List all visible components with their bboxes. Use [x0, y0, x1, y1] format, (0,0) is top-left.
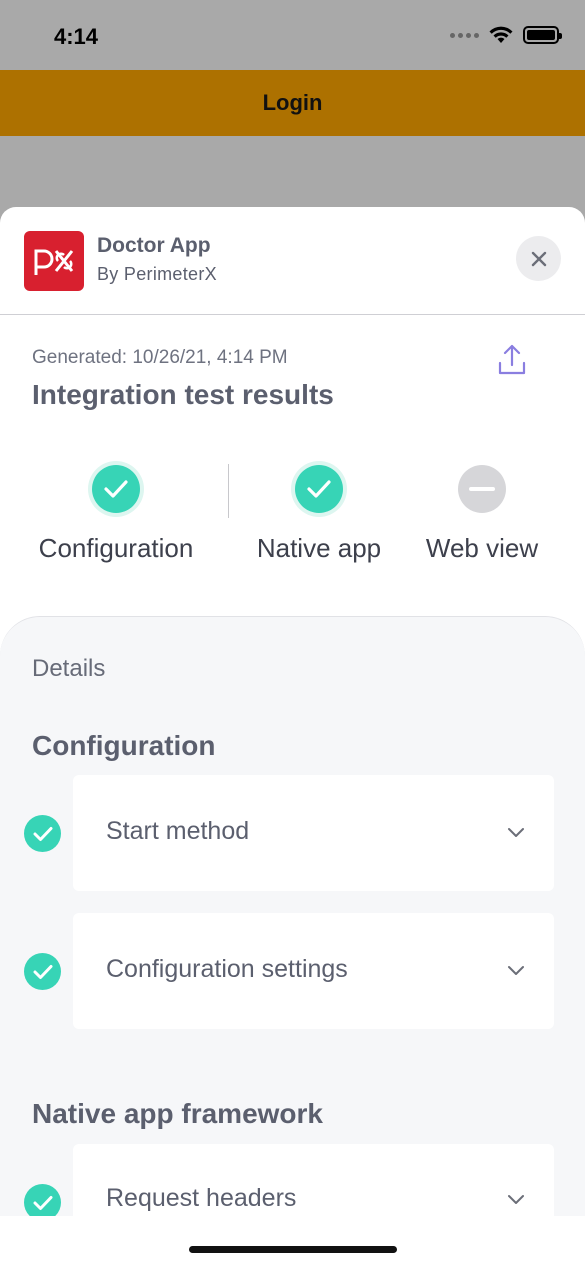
- close-button[interactable]: [516, 236, 561, 281]
- accordion-configuration-settings[interactable]: Configuration settings: [73, 913, 554, 1029]
- app-name: Doctor App: [97, 234, 211, 257]
- check-circle-icon: [24, 815, 61, 852]
- summary-row: Configuration Native app Web view: [0, 462, 585, 572]
- app-publisher: By PerimeterX: [97, 264, 217, 284]
- summary-native-app[interactable]: Native app: [238, 462, 400, 572]
- close-icon: [531, 251, 546, 266]
- minus-circle-icon: [458, 465, 506, 513]
- status-bar: 4:14: [0, 0, 585, 70]
- summary-configuration[interactable]: Configuration: [16, 462, 216, 572]
- section-title-configuration: Configuration: [32, 730, 216, 761]
- check-circle-icon: [295, 465, 343, 513]
- sheet-header: Doctor App By PerimeterX: [0, 207, 585, 315]
- check-circle-icon: [24, 953, 61, 990]
- chevron-down-icon: [508, 1195, 524, 1204]
- check-circle-icon: [92, 465, 140, 513]
- row-label: Request headers: [106, 1184, 297, 1212]
- details-panel: Details Configuration Start method Confi…: [0, 616, 585, 1216]
- share-icon: [498, 344, 526, 375]
- chevron-down-icon: [508, 966, 524, 975]
- chevron-down-icon: [508, 828, 524, 837]
- status-time: 4:14: [54, 24, 99, 49]
- perimeterx-logo: [24, 231, 84, 291]
- summary-web-view[interactable]: Web view: [412, 462, 552, 572]
- section-title-native-app-framework: Native app framework: [32, 1098, 323, 1129]
- login-title: Login: [262, 90, 323, 115]
- details-title: Details: [32, 655, 106, 682]
- results-title: Integration test results: [32, 379, 334, 410]
- home-indicator[interactable]: [189, 1246, 397, 1253]
- integration-results-sheet: Doctor App By PerimeterX Generated: 10/2…: [0, 207, 585, 1266]
- login-header: Login: [0, 70, 585, 136]
- check-row-configuration-settings: Configuration settings: [0, 913, 585, 1029]
- share-button[interactable]: [496, 343, 528, 377]
- wifi-icon: [489, 26, 513, 43]
- summary-label: Web view: [425, 533, 539, 563]
- check-row-request-headers: Request headers: [0, 1144, 585, 1216]
- row-label: Start method: [106, 817, 250, 845]
- check-row-start-method: Start method: [0, 775, 585, 891]
- status-icons: [450, 26, 562, 44]
- row-label: Configuration settings: [106, 955, 348, 983]
- accordion-request-headers[interactable]: Request headers: [73, 1144, 554, 1216]
- battery-icon: [523, 26, 562, 44]
- signal-dots-icon: [450, 32, 479, 38]
- generated-timestamp: Generated: 10/26/21, 4:14 PM: [32, 347, 288, 368]
- summary-label: Configuration: [38, 533, 194, 563]
- check-circle-icon: [24, 1184, 61, 1216]
- summary-label: Native app: [256, 533, 382, 563]
- accordion-start-method[interactable]: Start method: [73, 775, 554, 891]
- divider: [228, 464, 229, 518]
